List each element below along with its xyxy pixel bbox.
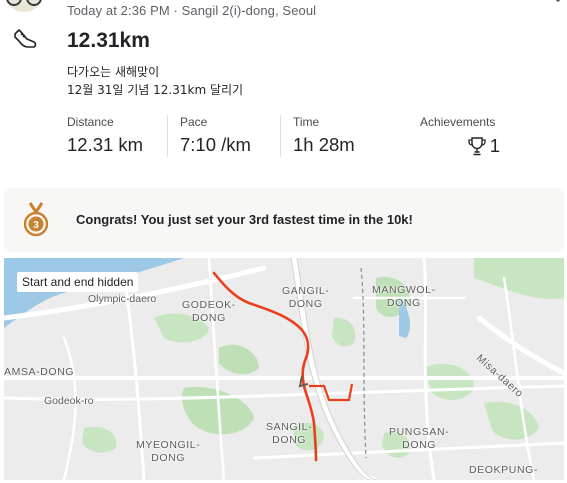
stat-time: Time 1h 28m	[293, 115, 355, 156]
distance-label: Distance	[67, 115, 114, 129]
map-label-deokpung: DEOKPUNG-	[469, 464, 538, 476]
map-label-olympic: Olympic-daero	[88, 293, 157, 305]
trophy-icon	[468, 136, 486, 155]
map-label-pungsan: PUNGSAN- DONG	[389, 426, 449, 452]
map-label-line: DONG	[288, 298, 323, 310]
stat-distance: Distance 12.31 km	[67, 115, 143, 156]
activity-meta: Today at 2:36 PM · Sangil 2(i)-dong, Seo…	[67, 3, 317, 18]
description-line-1: 다가오는 새해맞이	[67, 65, 160, 79]
map-label-line: DONG	[191, 312, 226, 324]
map-label-line: DONG	[272, 434, 307, 446]
privacy-chip: Start and end hidden	[17, 272, 139, 292]
route-map[interactable]: Start and end hidden Olympic-daero GODEO…	[4, 258, 564, 480]
achievements-value: 1	[489, 135, 500, 156]
map-label-gangil: GANGIL- DONG	[282, 285, 329, 311]
banner-text: Congrats! You just set your 3rd fastest …	[76, 212, 413, 227]
achievements-label: Achievements	[420, 115, 496, 129]
medal-number: 3	[33, 220, 39, 231]
map-label-line: PUNGSAN-	[389, 426, 450, 438]
map-label-line: DONG	[386, 297, 421, 309]
map-label-godeok: GODEOK- DONG	[182, 299, 236, 325]
avatar[interactable]	[4, 0, 44, 12]
map-label-line: SANGIL-	[266, 421, 313, 433]
stat-divider	[167, 115, 168, 157]
time-label: Time	[293, 115, 320, 129]
map-label-myeongil: MYEONGIL- DONG	[136, 439, 200, 465]
pace-label: Pace	[180, 115, 208, 129]
medal-icon: 3	[23, 202, 49, 237]
pace-value: 7:10 /km	[180, 134, 251, 155]
map-label-amsa: AMSA-DONG	[4, 366, 75, 378]
map-label-line: MYEONGIL-	[136, 439, 201, 451]
map-label-sangil: SANGIL- DONG	[266, 421, 312, 447]
achievement-banner[interactable]: 3 Congrats! You just set your 3rd fastes…	[4, 188, 564, 252]
map-label-line: DONG	[151, 452, 186, 464]
map-label-line: GODEOK-	[182, 299, 236, 311]
stat-pace: Pace 7:10 /km	[180, 115, 251, 156]
map-label-line: DONG	[402, 439, 437, 451]
description-line-2: 12월 31일 기념 12.31km 달리기	[67, 83, 244, 97]
time-value: 1h 28m	[293, 134, 355, 155]
achievements-count: 1	[468, 135, 500, 157]
map-label-godeok-ro: Godeok-ro	[44, 395, 94, 407]
shoe-icon	[14, 29, 37, 48]
distance-value: 12.31 km	[67, 134, 144, 155]
chevron-down-icon[interactable]	[551, 0, 565, 4]
map-label-line: MANGWOL-	[372, 284, 436, 296]
map-label-mangwol: MANGWOL- DONG	[372, 284, 436, 310]
stat-divider	[280, 115, 281, 157]
stat-achievements[interactable]: Achievements 1	[420, 115, 500, 156]
map-label-line: GANGIL-	[282, 285, 330, 297]
activity-description: 다가오는 새해맞이 12월 31일 기념 12.31km 달리기	[67, 63, 243, 99]
activity-title[interactable]: 12.31km	[67, 29, 150, 53]
